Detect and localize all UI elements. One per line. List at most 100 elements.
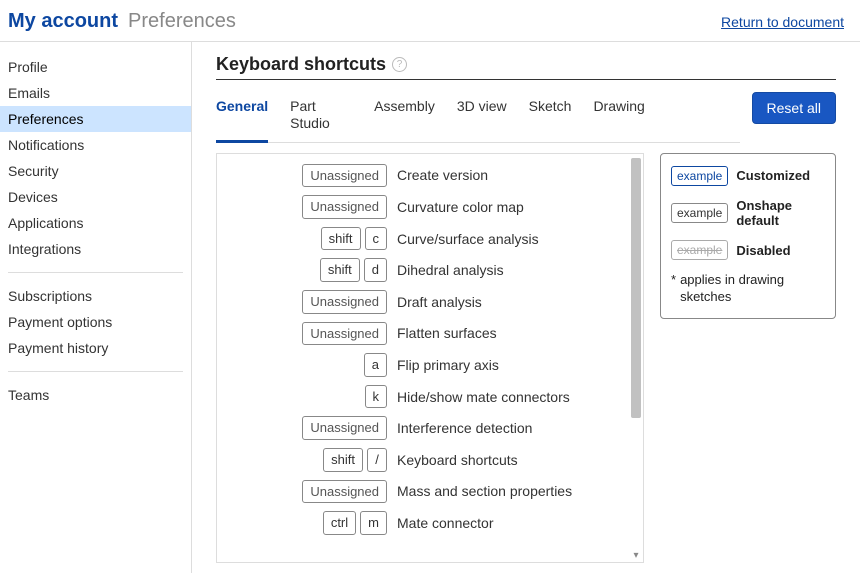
shortcut-keys[interactable]: k	[227, 385, 387, 409]
shortcut-action: Mass and section properties	[397, 483, 572, 499]
legend-default: example Onshape default	[671, 198, 825, 228]
page-title: Preferences	[128, 10, 236, 33]
sidebar-item-integrations[interactable]: Integrations	[0, 236, 191, 262]
tabs: General Part Studio Assembly 3D view Sketch D…	[216, 92, 740, 143]
sidebar: ProfileEmailsPreferencesNotificationsSec…	[0, 42, 192, 573]
key[interactable]: d	[364, 258, 387, 282]
shortcut-row: Unassigned Interference detection	[217, 412, 629, 444]
shortcut-keys[interactable]: Unassigned	[227, 322, 387, 346]
shortcut-row: shiftd Dihedral analysis	[217, 254, 629, 286]
shortcut-keys[interactable]: shiftd	[227, 258, 387, 282]
legend-key-default: example	[671, 203, 728, 223]
note-marker: *	[671, 272, 676, 306]
shortcut-keys[interactable]: Unassigned	[227, 416, 387, 440]
sidebar-item-profile[interactable]: Profile	[0, 54, 191, 80]
section-header: Keyboard shortcuts ?	[216, 54, 836, 80]
help-icon[interactable]: ?	[392, 57, 407, 72]
sidebar-item-devices[interactable]: Devices	[0, 184, 191, 210]
sidebar-item-preferences[interactable]: Preferences	[0, 106, 191, 132]
legend-note: * applies in drawing sketches	[671, 272, 825, 306]
key[interactable]: Unassigned	[302, 480, 387, 504]
shortcut-row: shift/Keyboard shortcuts	[217, 444, 629, 476]
legend-label: Customized	[736, 168, 810, 183]
shortcuts-panel: Unassigned Create version Unassigned Curvat…	[216, 153, 644, 563]
key[interactable]: shift	[323, 448, 363, 472]
shortcut-action: Mate connector	[397, 515, 494, 531]
sidebar-divider	[8, 371, 183, 372]
legend-key-disabled: example	[671, 240, 728, 260]
header: My account Preferences Return to documen…	[0, 0, 860, 42]
section-title: Keyboard shortcuts	[216, 54, 386, 75]
shortcut-action: Hide/show mate connectors	[397, 389, 570, 405]
key[interactable]: shift	[321, 227, 361, 251]
note-text: applies in drawing sketches	[680, 272, 825, 306]
sidebar-item-payment-options[interactable]: Payment options	[0, 309, 191, 335]
tab-sketch[interactable]: Sketch	[529, 92, 572, 142]
sidebar-item-applications[interactable]: Applications	[0, 210, 191, 236]
shortcut-row: shiftc Curve/surface analysis	[217, 223, 629, 255]
shortcuts-list[interactable]: Unassigned Create version Unassigned Curvat…	[217, 154, 629, 562]
sidebar-item-subscriptions[interactable]: Subscriptions	[0, 283, 191, 309]
legend-customized: example Customized	[671, 166, 825, 186]
tab-drawing[interactable]: Drawing	[593, 92, 644, 142]
key[interactable]: /	[367, 448, 387, 472]
shortcut-action: Curve/surface analysis	[397, 231, 539, 247]
key[interactable]: ctrl	[323, 511, 356, 535]
shortcut-row: ctrlm Mate connector	[217, 507, 629, 539]
key[interactable]: Unassigned	[302, 322, 387, 346]
scrollbar-thumb[interactable]	[631, 158, 641, 418]
key[interactable]: c	[365, 227, 388, 251]
tab-general[interactable]: General	[216, 92, 268, 143]
shortcut-action: Create version	[397, 167, 488, 183]
main-content: Keyboard shortcuts ? General Part Studio A…	[192, 42, 860, 573]
legend-disabled: example Disabled	[671, 240, 825, 260]
legend: example Customized example Onshape defau…	[660, 153, 836, 320]
key[interactable]: Unassigned	[302, 290, 387, 314]
scroll-down-icon[interactable]: ▾	[631, 550, 641, 560]
shortcut-keys[interactable]: shift/	[227, 448, 387, 472]
tab-assembly[interactable]: Assembly	[374, 92, 435, 142]
shortcut-keys[interactable]: Unassigned	[227, 164, 387, 188]
tab-3d-view[interactable]: 3D view	[457, 92, 507, 142]
sidebar-item-emails[interactable]: Emails	[0, 80, 191, 106]
shortcut-keys[interactable]: Unassigned	[227, 480, 387, 504]
my-account-link[interactable]: My account	[8, 10, 118, 33]
shortcut-row: Unassigned Create version	[217, 160, 629, 192]
shortcut-row: Unassigned Curvature color map	[217, 191, 629, 223]
legend-key-customized: example	[671, 166, 728, 186]
shortcut-keys[interactable]: Unassigned	[227, 195, 387, 219]
reset-all-button[interactable]: Reset all	[752, 92, 836, 124]
legend-label: Disabled	[736, 243, 790, 258]
key[interactable]: a	[364, 353, 387, 377]
shortcut-action: Draft analysis	[397, 294, 482, 310]
key[interactable]: Unassigned	[302, 195, 387, 219]
sidebar-item-notifications[interactable]: Notifications	[0, 132, 191, 158]
sidebar-item-teams[interactable]: Teams	[0, 382, 191, 408]
shortcut-row: k Hide/show mate connectors	[217, 381, 629, 413]
breadcrumb: My account Preferences	[8, 10, 236, 33]
tab-part-studio[interactable]: Part Studio	[290, 92, 352, 142]
key[interactable]: m	[360, 511, 387, 535]
shortcut-action: Interference detection	[397, 420, 532, 436]
sidebar-item-payment-history[interactable]: Payment history	[0, 335, 191, 361]
key[interactable]: Unassigned	[302, 164, 387, 188]
shortcut-action: Dihedral analysis	[397, 262, 504, 278]
sidebar-item-security[interactable]: Security	[0, 158, 191, 184]
key[interactable]: shift	[320, 258, 360, 282]
shortcut-keys[interactable]: shiftc	[227, 227, 387, 251]
shortcut-row: Unassigned Mass and section properties	[217, 476, 629, 508]
scrollbar[interactable]: ▾	[631, 158, 641, 558]
shortcut-keys[interactable]: ctrlm	[227, 511, 387, 535]
key[interactable]: k	[365, 385, 388, 409]
sidebar-divider	[8, 272, 183, 273]
legend-label: Onshape default	[736, 198, 825, 228]
shortcut-row: Unassigned Flatten surfaces	[217, 318, 629, 350]
shortcut-keys[interactable]: a	[227, 353, 387, 377]
return-to-document-link[interactable]: Return to document	[721, 14, 844, 30]
shortcut-action: Flip primary axis	[397, 357, 499, 373]
shortcut-action: Curvature color map	[397, 199, 524, 215]
key[interactable]: Unassigned	[302, 416, 387, 440]
shortcut-action: Flatten surfaces	[397, 325, 497, 341]
shortcut-keys[interactable]: Unassigned	[227, 290, 387, 314]
shortcut-row: a Flip primary axis	[217, 349, 629, 381]
